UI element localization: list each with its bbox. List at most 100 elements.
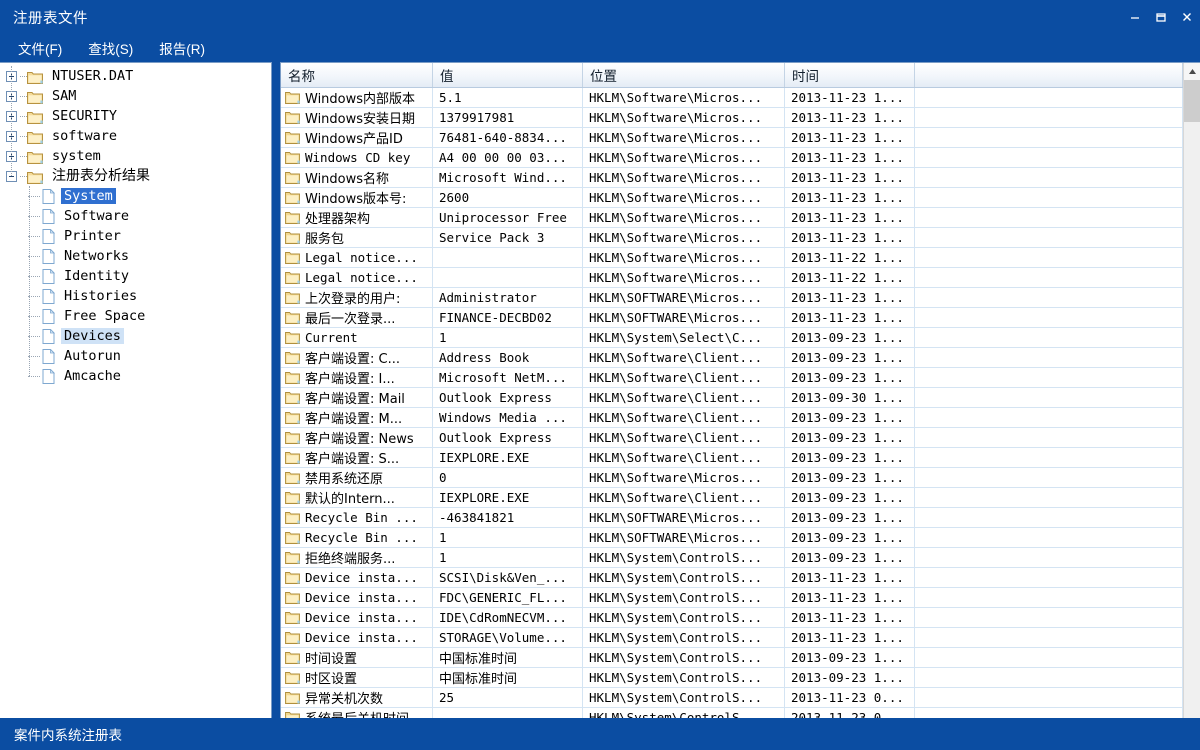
- table-row[interactable]: 客户端设置: C... Address Book HKLM\Software\Cli…: [281, 347, 1183, 368]
- menu-item-find[interactable]: 查找(S): [88, 36, 145, 60]
- table-row[interactable]: 上次登录的用户: Administrator HKLM\SOFTWARE\Micro…: [281, 287, 1183, 308]
- table-row[interactable]: Windows安装日期 1379917981 HKLM\Software\Micro…: [281, 107, 1183, 128]
- table-row[interactable]: 客户端设置: I... Microsoft NetM... HKLM\Softwar…: [281, 367, 1183, 388]
- table-row[interactable]: Device insta... SCSI\Disk&Ven_... HKLM\Sys…: [281, 567, 1183, 588]
- table-row[interactable]: Windows名称 Microsoft Wind... HKLM\Software\…: [281, 167, 1183, 188]
- tree-node-networks[interactable]: Networks: [0, 246, 271, 266]
- cell-name: 处理器架构: [281, 207, 433, 228]
- table-row[interactable]: 拒绝终端服务... 1 HKLM\System\ControlS... 2013-09…: [281, 547, 1183, 568]
- table-row[interactable]: 客户端设置: M... Windows Media ... HKLM\Softwar…: [281, 407, 1183, 428]
- cell-extra: [915, 607, 1183, 628]
- table-row[interactable]: Windows内部版本 5.1 HKLM\Software\Micros... 201…: [281, 88, 1183, 108]
- table-row[interactable]: Recycle Bin ... 1 HKLM\SOFTWARE\Micros... 2…: [281, 527, 1183, 548]
- column-header-time[interactable]: 时间: [785, 63, 915, 87]
- file-icon: [42, 308, 55, 324]
- table-row[interactable]: 客户端设置: S... IEXPLORE.EXE HKLM\Software\Cli…: [281, 447, 1183, 468]
- tree-node-printer[interactable]: Printer: [0, 226, 271, 246]
- table-row[interactable]: Windows产品ID 76481-640-8834... HKLM\Softwar…: [281, 127, 1183, 148]
- cell-time: 2013-11-23 1...: [785, 207, 915, 228]
- column-header-extra[interactable]: [915, 63, 1183, 87]
- cell-time: 2013-09-23 1...: [785, 347, 915, 368]
- cell-location: HKLM\Software\Micros...: [583, 167, 785, 188]
- cell-location: HKLM\Software\Micros...: [583, 88, 785, 108]
- cell-extra: [915, 567, 1183, 588]
- cell-extra: [915, 207, 1183, 228]
- tree-node-amcache[interactable]: Amcache: [0, 366, 271, 386]
- cell-location: HKLM\SOFTWARE\Micros...: [583, 527, 785, 548]
- table-row[interactable]: 处理器架构 Uniprocessor Free HKLM\Software\Micr…: [281, 207, 1183, 228]
- table-row[interactable]: 默认的Intern... IEXPLORE.EXE HKLM\Software\Cl…: [281, 487, 1183, 508]
- table-row[interactable]: Legal notice... HKLM\Software\Micros... 20…: [281, 247, 1183, 268]
- table-row[interactable]: Device insta... STORAGE\Volume... HKLM\Sys…: [281, 627, 1183, 648]
- tree-node-NTUSER.DAT[interactable]: NTUSER.DAT: [0, 66, 271, 86]
- column-header-location[interactable]: 位置: [583, 63, 785, 87]
- pane-divider[interactable]: [272, 62, 280, 718]
- cell-time: 2013-11-23 1...: [785, 587, 915, 608]
- menu-item-file[interactable]: 文件(F): [18, 36, 74, 60]
- table-row[interactable]: 异常关机次数 25 HKLM\System\ControlS... 2013-11-2…: [281, 687, 1183, 708]
- minimize-icon[interactable]: [1122, 0, 1148, 34]
- cell-time: 2013-11-23 0...: [785, 687, 915, 708]
- tree-node-SAM[interactable]: SAM: [0, 86, 271, 106]
- table-row[interactable]: Recycle Bin ... -463841821 HKLM\SOFTWARE\M…: [281, 507, 1183, 528]
- table-row[interactable]: Device insta... FDC\GENERIC_FL... HKLM\Sys…: [281, 587, 1183, 608]
- table-row[interactable]: 禁用系统还原 0 HKLM\Software\Micros... 2013-09-23…: [281, 467, 1183, 488]
- column-header-name[interactable]: 名称: [281, 63, 433, 87]
- main-content: NTUSER.DAT SAM SECURITY software system 注册表分析…: [0, 62, 1200, 718]
- folder-icon: [285, 551, 300, 564]
- table-row[interactable]: Current 1 HKLM\System\Select\C... 2013-09-2…: [281, 327, 1183, 348]
- tree-node-software[interactable]: Software: [0, 206, 271, 226]
- tree-node-histories[interactable]: Histories: [0, 286, 271, 306]
- list-inner: 名称 值 位置 时间 Windows内部版本 5.1 HKLM\Software\M…: [281, 63, 1200, 718]
- cell-time: 2013-11-23 1...: [785, 227, 915, 248]
- cell-name: Device insta...: [281, 607, 433, 628]
- folder-icon: [285, 371, 300, 384]
- tree-node-system[interactable]: system: [0, 146, 271, 166]
- cell-name-text: 客户端设置: S...: [305, 452, 400, 467]
- cell-time: 2013-09-23 1...: [785, 367, 915, 388]
- cell-name-text: 上次登录的用户:: [305, 292, 401, 307]
- window-title: 注册表文件: [13, 10, 88, 27]
- table-row[interactable]: Legal notice... HKLM\Software\Micros... 20…: [281, 267, 1183, 288]
- cell-value: 5.1: [433, 88, 583, 108]
- tree-node-identity[interactable]: Identity: [0, 266, 271, 286]
- cell-time: 2013-11-23 1...: [785, 307, 915, 328]
- menu-item-report[interactable]: 报告(R): [159, 36, 217, 60]
- tree-node-label: system: [52, 148, 101, 164]
- table-row[interactable]: Windows版本号: 2600 HKLM\Software\Micros... 20…: [281, 187, 1183, 208]
- tree-node-system[interactable]: System: [0, 186, 271, 206]
- tree-node-label: SECURITY: [52, 108, 118, 124]
- table-row[interactable]: 客户端设置: News Outlook Express HKLM\Software\…: [281, 427, 1183, 448]
- cell-name-text: 客户端设置: M...: [305, 412, 403, 427]
- table-row[interactable]: Windows CD key A4 00 00 00 03... HKLM\Soft…: [281, 147, 1183, 168]
- cell-location: HKLM\Software\Client...: [583, 407, 785, 428]
- table-row[interactable]: 客户端设置: Mail Outlook Express HKLM\Software\…: [281, 387, 1183, 408]
- cell-value: SCSI\Disk&Ven_...: [433, 567, 583, 588]
- cell-value: 1: [433, 327, 583, 348]
- table-row[interactable]: 系统最后关机时间 HKLM\System\ControlS...2013-11-2…: [281, 707, 1183, 718]
- cell-name: 默认的Intern...: [281, 487, 433, 508]
- table-row[interactable]: Device insta... IDE\CdRomNECVM... HKLM\Sys…: [281, 607, 1183, 628]
- maximize-icon[interactable]: [1148, 0, 1174, 34]
- table-row[interactable]: 时区设置 中国标准时间 HKLM\System\ControlS... 2013-09…: [281, 667, 1183, 688]
- tree-node-software[interactable]: software: [0, 126, 271, 146]
- table-row[interactable]: 最后一次登录... FINANCE-DECBD02 HKLM\SOFTWARE\Mi…: [281, 307, 1183, 328]
- tree-node-注册表分析结果[interactable]: 注册表分析结果: [0, 166, 271, 186]
- tree-node-free-space[interactable]: Free Space: [0, 306, 271, 326]
- scroll-up-icon[interactable]: [1184, 63, 1200, 80]
- close-icon[interactable]: [1174, 0, 1200, 34]
- vertical-scrollbar[interactable]: [1183, 63, 1200, 718]
- scrollbar-thumb[interactable]: [1184, 80, 1200, 122]
- cell-extra: [915, 267, 1183, 288]
- column-header-value[interactable]: 值: [433, 63, 583, 87]
- table-row[interactable]: 服务包 Service Pack 3 HKLM\Software\Micros...…: [281, 227, 1183, 248]
- tree-node-autorun[interactable]: Autorun: [0, 346, 271, 366]
- scrollbar-track[interactable]: [1184, 80, 1200, 718]
- cell-extra: [915, 647, 1183, 668]
- table-row[interactable]: 时间设置 中国标准时间 HKLM\System\ControlS... 2013-09…: [281, 647, 1183, 668]
- tree-node-devices[interactable]: Devices: [0, 326, 271, 346]
- tree-node-SECURITY[interactable]: SECURITY: [0, 106, 271, 126]
- cell-name: 最后一次登录...: [281, 307, 433, 328]
- cell-time: 2013-11-23 1...: [785, 187, 915, 208]
- cell-value: Windows Media ...: [433, 407, 583, 428]
